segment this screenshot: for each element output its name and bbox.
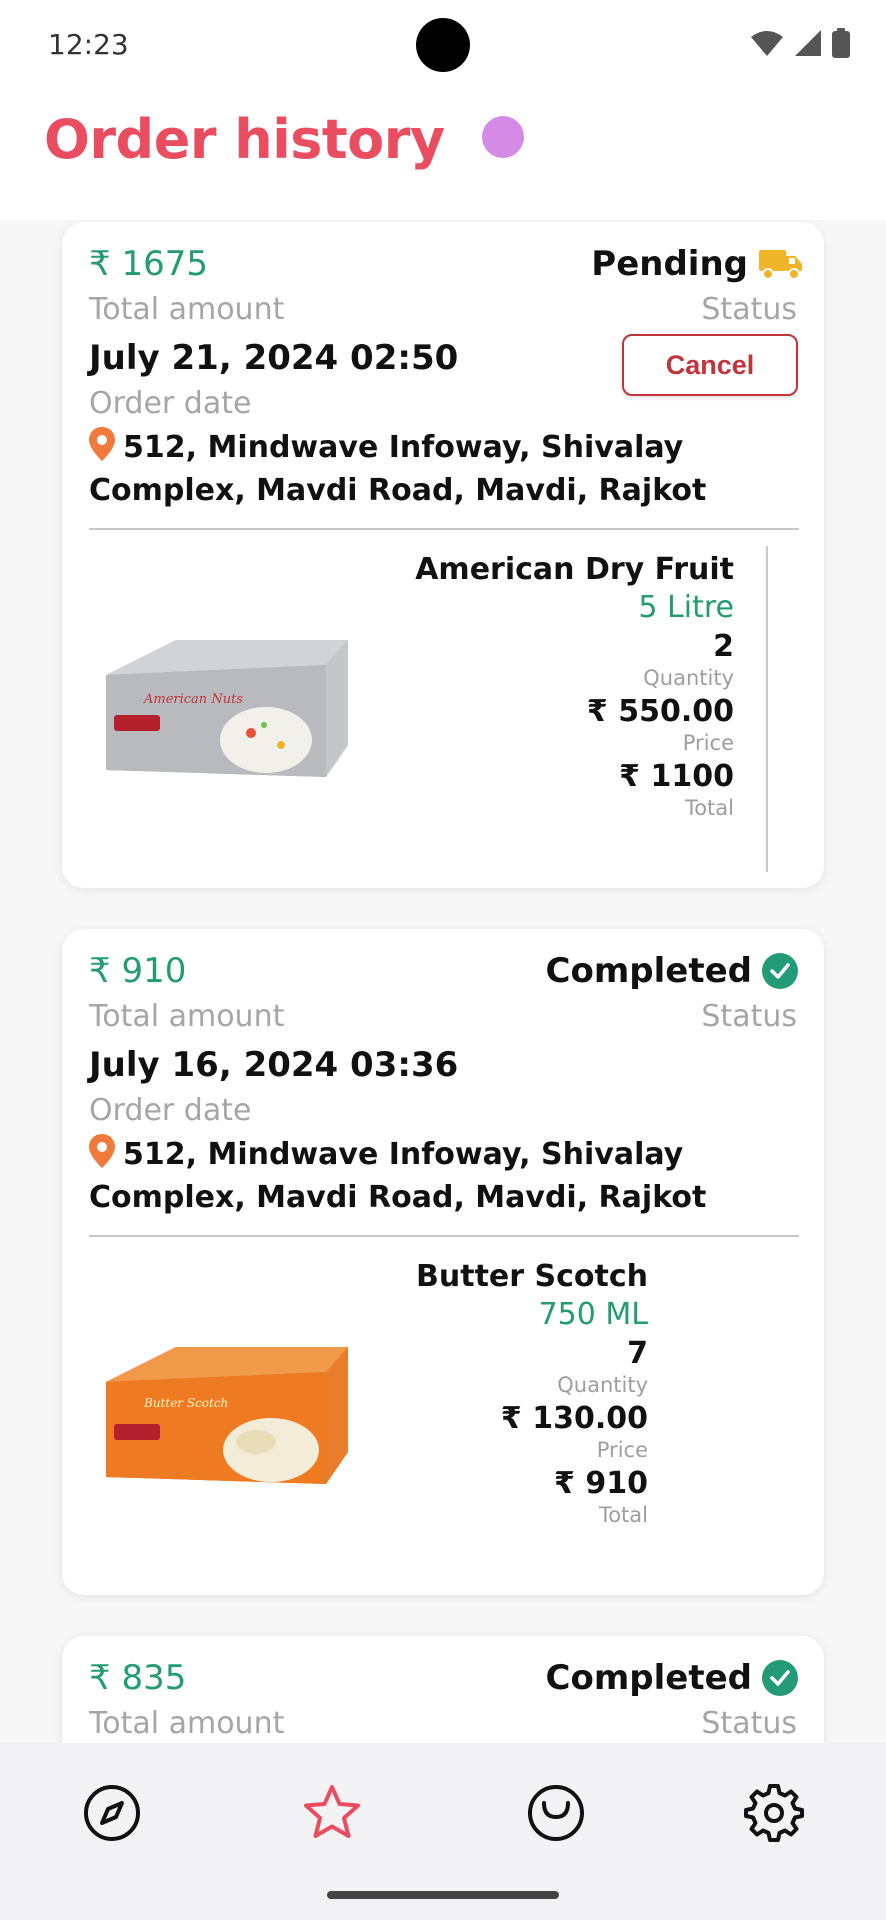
order-date: July 16, 2024 03:36: [89, 1045, 459, 1085]
order-status: Completed: [546, 951, 798, 991]
product-image: Butter Scotch: [86, 1312, 376, 1512]
status-label: Status: [701, 1706, 797, 1741]
address-text: 512, Mindwave Infoway, Shivalay Complex,…: [89, 430, 707, 508]
total-amount-label: Total amount: [89, 292, 285, 327]
item-details: Butter Scotch 750 ML 7 Quantity ₹ 130.00…: [416, 1259, 648, 1527]
item-name: Butter Scotch: [416, 1259, 648, 1294]
order-card[interactable]: ₹ 1675 Total amount Pending Status July …: [62, 222, 824, 888]
order-date-label: Order date: [89, 1093, 252, 1128]
nav-favorites[interactable]: [292, 1773, 372, 1853]
nav-settings[interactable]: [734, 1773, 814, 1853]
box-label: American Nuts: [143, 692, 243, 707]
item-total: ₹ 1100: [619, 759, 734, 794]
nav-history[interactable]: [516, 1773, 596, 1853]
total-label: Total: [598, 1503, 648, 1527]
total-amount-label: Total amount: [89, 1706, 285, 1741]
status-label: Status: [701, 999, 797, 1034]
total-amount-label: Total amount: [89, 999, 285, 1034]
order-amount: ₹ 835: [89, 1658, 187, 1698]
item-size: 5 Litre: [638, 590, 734, 625]
profile-dot[interactable]: [482, 116, 524, 158]
truck-icon: [759, 250, 802, 280]
price-label: Price: [596, 1438, 648, 1462]
product-image: American Nuts: [86, 605, 376, 805]
check-circle-icon: [762, 953, 798, 989]
item-name: American Dry Fruit: [415, 552, 734, 587]
home-indicator[interactable]: [327, 1891, 559, 1899]
card-divider: [89, 1235, 799, 1237]
delivery-address: 512, Mindwave Infoway, Shivalay Complex,…: [89, 1133, 803, 1219]
item-price: ₹ 550.00: [586, 694, 734, 729]
order-status: Pending: [591, 244, 804, 284]
status-time: 12:23: [48, 28, 129, 61]
order-amount: ₹ 910: [89, 951, 187, 991]
status-text: Pending: [591, 244, 748, 284]
check-circle-icon: [762, 1660, 798, 1696]
gear-icon: [744, 1784, 804, 1842]
item-quantity: 7: [627, 1336, 648, 1371]
order-card[interactable]: ₹ 910 Total amount Completed Status July…: [62, 929, 824, 1595]
delivery-address: 512, Mindwave Infoway, Shivalay Complex,…: [89, 426, 803, 512]
item-size: 750 ML: [538, 1297, 648, 1332]
page-title: Order history: [44, 108, 445, 171]
item-total: ₹ 910: [554, 1466, 648, 1501]
page-header: Order history: [0, 90, 886, 220]
status-bar: 12:23: [0, 0, 886, 90]
quantity-label: Quantity: [557, 1373, 648, 1397]
signal-icon: [795, 30, 821, 56]
order-card[interactable]: ₹ 835 Total amount Completed Status: [62, 1636, 824, 1743]
bottom-nav: [0, 1743, 886, 1920]
location-pin-icon: [89, 427, 115, 461]
order-status: Completed: [546, 1658, 798, 1698]
item-details: American Dry Fruit 5 Litre 2 Quantity ₹ …: [415, 552, 734, 820]
item-quantity: 2: [713, 629, 734, 664]
quantity-label: Quantity: [643, 666, 734, 690]
order-list[interactable]: ₹ 1675 Total amount Pending Status July …: [0, 220, 886, 1743]
status-label: Status: [701, 292, 797, 327]
cancel-order-button[interactable]: Cancel: [622, 334, 798, 396]
wifi-icon: [751, 31, 783, 56]
item-price: ₹ 130.00: [500, 1401, 648, 1436]
location-pin-icon: [89, 1134, 115, 1168]
nav-explore[interactable]: [72, 1773, 152, 1853]
system-icons: [750, 28, 850, 58]
compass-icon: [84, 1785, 140, 1841]
order-date: July 21, 2024 02:50: [89, 338, 459, 378]
star-icon: [304, 1785, 360, 1838]
price-label: Price: [682, 731, 734, 755]
address-text: 512, Mindwave Infoway, Shivalay Complex,…: [89, 1137, 707, 1215]
order-amount: ₹ 1675: [89, 244, 208, 284]
status-text: Completed: [545, 1658, 752, 1698]
card-divider: [89, 528, 799, 530]
clock-icon: [528, 1785, 584, 1841]
order-date-label: Order date: [89, 386, 252, 421]
status-text: Completed: [545, 951, 752, 991]
item-divider: [766, 546, 768, 872]
total-label: Total: [684, 796, 734, 820]
battery-icon: [832, 28, 850, 58]
box-label: Butter Scotch: [143, 1396, 228, 1410]
camera-cutout: [416, 18, 470, 72]
